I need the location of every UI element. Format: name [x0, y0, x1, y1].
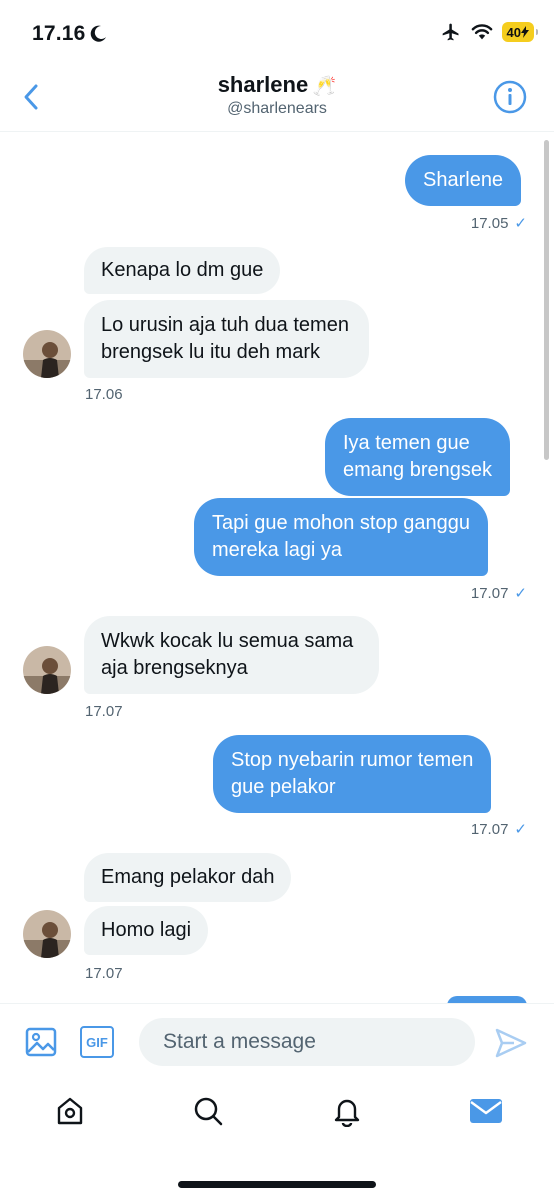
message-text-line: brengsek lu itu deh mark [101, 341, 321, 363]
message-composer: GIF [0, 1003, 554, 1075]
tab-messages[interactable] [468, 1093, 504, 1129]
message-text-line: Wkwk kocak lu semua sama [101, 630, 354, 652]
image-icon[interactable] [25, 1026, 57, 1058]
received-message[interactable]: Wkwk kocak lu semua sama aja brengseknya [84, 616, 380, 694]
check-icon: ✓ [514, 821, 527, 838]
search-icon [194, 1097, 223, 1126]
message-text-line: Iya temen gue [343, 432, 470, 454]
received-message[interactable]: Emang pelakor dah [84, 853, 292, 902]
message-text: Homo lagi [101, 919, 192, 941]
message-timestamp: 17.07 ✓ [470, 584, 527, 603]
conversation-title[interactable]: sharlene 🥂 @sharlenears [0, 72, 554, 118]
timestamp-text: 17.07 [470, 584, 509, 602]
message-timestamp: 17.07 [85, 703, 123, 720]
received-message[interactable]: Homo lagi [84, 906, 209, 955]
timestamp-text: 17.07 [470, 820, 509, 838]
battery-level: 40 [506, 24, 521, 40]
timestamp-text: 17.05 [470, 214, 509, 232]
battery-indicator: 40 [501, 22, 539, 42]
mail-icon [470, 1099, 502, 1123]
message-text-line: mereka lagi ya [212, 539, 343, 561]
check-icon: ✓ [514, 215, 527, 232]
message-text-line: Lo urusin aja tuh dua temen [101, 314, 349, 336]
gif-button[interactable]: GIF [80, 1026, 114, 1058]
message-text-line: Stop nyebarin rumor temen [231, 749, 474, 771]
wifi-icon [471, 24, 492, 40]
airplane-icon [442, 23, 459, 41]
sent-message[interactable]: Tapi gue mohon stop ganggu mereka lagi y… [194, 498, 488, 576]
avatar[interactable] [23, 330, 71, 378]
conversation-header: sharlene 🥂 @sharlenears [0, 62, 554, 132]
tab-home[interactable] [52, 1093, 88, 1129]
avatar[interactable] [23, 646, 71, 694]
message-text-line: aja brengseknya [101, 657, 248, 679]
contact-handle: @sharlenears [227, 100, 327, 117]
message-text-line: Tapi gue mohon stop ganggu [212, 512, 470, 534]
check-icon: ✓ [514, 585, 527, 602]
moon-icon [90, 25, 106, 42]
contact-emoji: 🥂 [312, 76, 337, 97]
message-text: Sharlene [423, 169, 504, 191]
message-text: Kenapa lo dm gue [101, 259, 264, 281]
message-input[interactable] [139, 1018, 475, 1066]
message-text: Emang pelakor dah [101, 866, 275, 888]
sent-message[interactable]: Stop nyebarin rumor temen gue pelakor [213, 735, 492, 813]
scrollbar[interactable] [544, 140, 549, 460]
received-message[interactable]: Lo urusin aja tuh dua temen brengsek lu … [84, 300, 369, 378]
bell-icon [334, 1099, 360, 1127]
send-icon[interactable] [494, 1026, 528, 1060]
message-timestamp: 17.06 [85, 386, 123, 403]
status-bar: 17.16 40 [0, 0, 554, 62]
message-text-line: gue pelakor [231, 776, 336, 798]
tab-search[interactable] [190, 1093, 226, 1129]
status-time: 17.16 [32, 22, 86, 45]
sent-message[interactable]: Iya temen gue emang brengsek [325, 418, 510, 496]
sent-message[interactable]: Sharlene [405, 155, 522, 206]
message-timestamp: 17.05 ✓ [470, 214, 527, 233]
charging-icon [521, 26, 529, 38]
info-icon[interactable] [493, 80, 527, 114]
received-message[interactable]: Kenapa lo dm gue [84, 247, 281, 294]
home-indicator[interactable] [178, 1181, 376, 1188]
contact-name: sharlene [217, 72, 309, 97]
avatar[interactable] [23, 910, 71, 958]
home-icon [57, 1097, 83, 1125]
message-timestamp: 17.07 [85, 965, 123, 982]
tab-notifications[interactable] [329, 1093, 365, 1129]
message-text-line: emang brengsek [343, 459, 492, 481]
message-timestamp: 17.07 ✓ [470, 820, 527, 839]
